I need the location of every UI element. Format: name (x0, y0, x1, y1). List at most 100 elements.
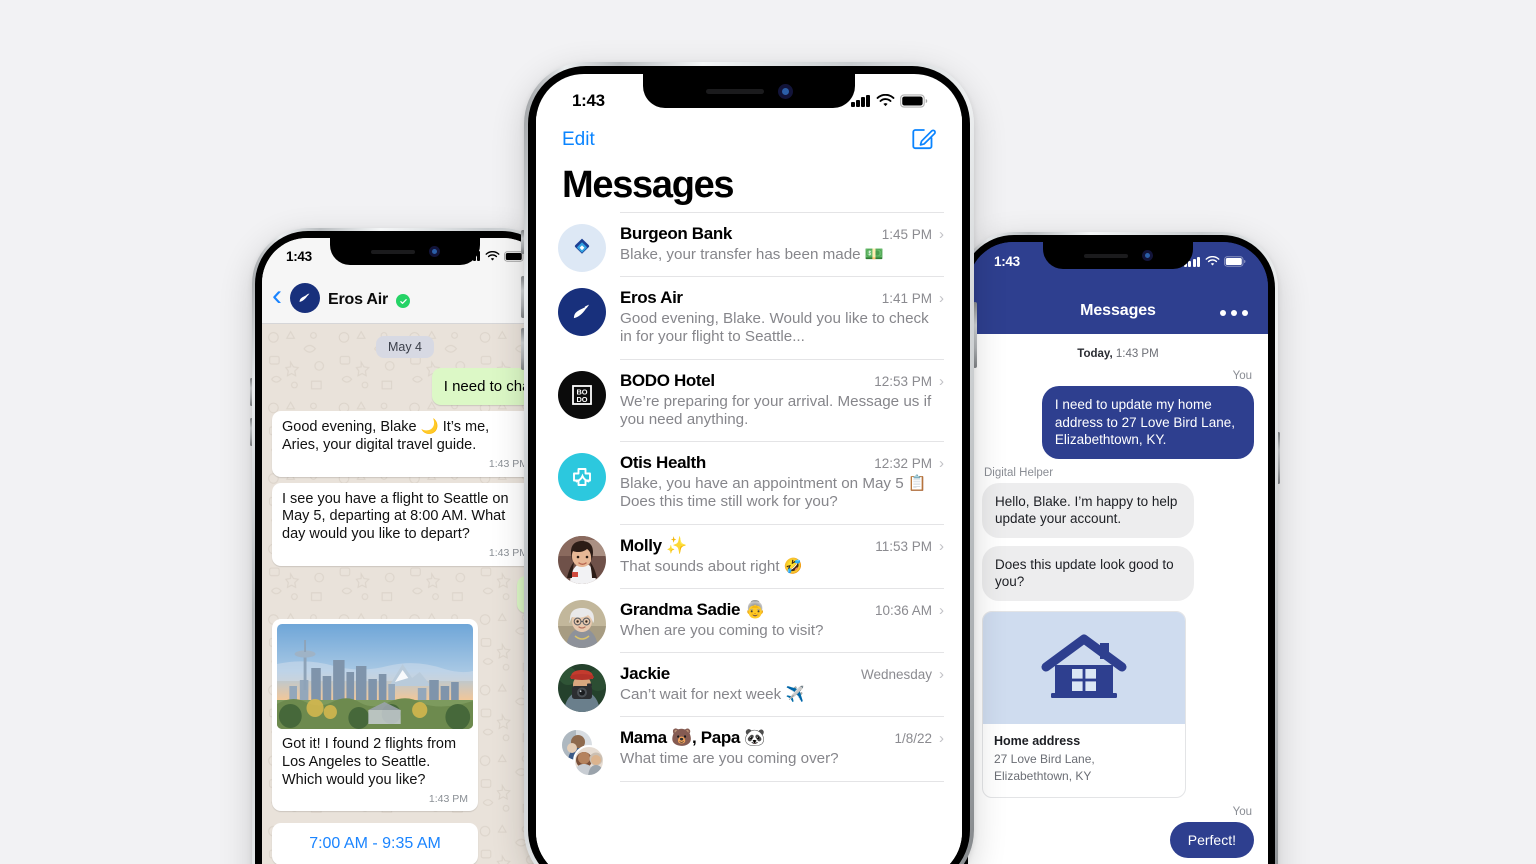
conversation-list[interactable]: Burgeon Bank 1:45 PM › Blake, your trans… (536, 212, 962, 864)
message-bubble[interactable]: Perfect! (1169, 821, 1254, 858)
sender-label-you: You (1232, 370, 1252, 382)
list-item-body: Molly ✨ 11:53 PM › That sounds about rig… (620, 523, 944, 588)
card-body: Home address 27 Love Bird Lane, Elizabet… (983, 724, 1185, 797)
home-address-card[interactable]: Home address 27 Love Bird Lane, Elizabet… (982, 610, 1186, 798)
eros-air-logo-icon[interactable] (290, 283, 320, 313)
chat-body[interactable]: May 4 I need to change my f Good evening… (262, 324, 548, 864)
wifi-icon (1205, 256, 1220, 266)
conversation-name: Eros Air (620, 288, 683, 308)
photo-molly (558, 535, 606, 584)
list-item-header: Mama 🐻, Papa 🐼 1/8/22 › (620, 728, 944, 748)
list-item[interactable]: Mama 🐻, Papa 🐼 1/8/22 › What time are yo… (536, 716, 962, 780)
photo-jackie (558, 664, 606, 713)
conversation-preview: Good evening, Blake. Would you like to c… (620, 310, 929, 346)
list-item-body: Mama 🐻, Papa 🐼 1/8/22 › What time are yo… (620, 716, 944, 780)
conversation-name: Jackie (620, 664, 670, 684)
message-row-incoming: Good evening, Blake 🌙 It’s me, Aries, yo… (272, 411, 538, 477)
chat-contact-name: Eros Air (328, 291, 389, 308)
verified-badge-icon (396, 294, 411, 308)
list-item-body: BODO Hotel 12:53 PM › We’re preparing fo… (620, 358, 944, 441)
front-camera (428, 246, 440, 257)
list-item-body: Burgeon Bank 1:45 PM › Blake, your trans… (620, 212, 944, 276)
chevron-right-icon: › (939, 226, 944, 243)
more-options-icon[interactable] (1220, 310, 1248, 316)
sender-label-you: You (1232, 805, 1252, 818)
earpiece-speaker (370, 249, 415, 254)
list-item-divider (536, 780, 962, 782)
chat-scroll[interactable]: May 4 I need to change my f Good evening… (262, 324, 548, 864)
card-image (983, 611, 1185, 724)
message-bubble[interactable]: Hello, Blake. I’m happy to help update y… (982, 482, 1195, 538)
avatar (558, 599, 606, 648)
center-phone-ios-messages: 1:43 Edit Messages Burgeon Bank 1:45 PM … (521, 62, 977, 864)
date-pill: May 4 (375, 336, 435, 358)
chevron-right-icon: › (939, 666, 944, 684)
notch (1043, 242, 1193, 269)
message-card[interactable]: Got it! I found 2 flights from Los Angel… (272, 618, 478, 811)
front-camera (1141, 250, 1153, 261)
message-text: Good evening, Blake 🌙 It’s me, Aries, yo… (282, 419, 490, 453)
chevron-right-icon: › (939, 455, 944, 473)
list-item[interactable]: Jackie Wednesday › Can’t wait for next w… (536, 652, 962, 716)
message-row-incoming: I see you have a flight to Seattle on Ma… (272, 482, 538, 566)
list-item[interactable]: Eros Air 1:41 PM › Good evening, Blake. … (536, 276, 962, 358)
conversation-time: 11:53 PM (875, 538, 932, 554)
message-row-outgoing: May 10 (272, 575, 548, 613)
left-phone-whatsapp: 1:43 ‹ Eros Air May 4 I need to Good eve… (250, 228, 558, 864)
chat-body[interactable]: Today, 1:43 PM You I need to update my h… (968, 334, 1268, 864)
conversation-preview: What time are you coming over? (620, 750, 839, 768)
status-time: 1:43 (994, 254, 1020, 269)
navigation-bar: Edit (536, 116, 962, 164)
otis-health-logo-icon (558, 453, 606, 502)
card-subtitle: 27 Love Bird Lane, Elizabethtown, KY (994, 751, 1095, 783)
phone-screen: 1:43 ‹ Eros Air May 4 I need to Good eve… (262, 238, 548, 864)
conversation-preview: Can’t wait for next week ✈️ (620, 686, 805, 704)
message-time: 1:43 PM (488, 547, 528, 560)
svg-text:DO: DO (576, 395, 587, 404)
list-item-body: Eros Air 1:41 PM › Good evening, Blake. … (620, 276, 944, 358)
card-text: Got it! I found 2 flights from Los Angel… (282, 735, 457, 788)
phone-screen: 1:43 Messages Today, 1:43 PM You I need … (968, 242, 1268, 864)
right-phone-digital-helper: 1:43 Messages Today, 1:43 PM You I need … (958, 232, 1280, 864)
conversation-name: Otis Health (620, 453, 706, 473)
message-bubble[interactable]: I see you have a flight to Seattle on Ma… (272, 482, 538, 566)
wifi-icon (876, 94, 895, 107)
list-item-header: Otis Health 12:32 PM › (620, 453, 944, 473)
message-text: I see you have a flight to Seattle on Ma… (282, 490, 509, 543)
list-item[interactable]: Burgeon Bank 1:45 PM › Blake, your trans… (536, 212, 962, 276)
list-item-header: Jackie Wednesday › (620, 664, 944, 684)
back-button[interactable]: ‹ (272, 281, 282, 311)
phone-screen: 1:43 Edit Messages Burgeon Bank 1:45 PM … (536, 74, 962, 864)
photo-mama-papa (562, 730, 605, 777)
conversation-time: 1:41 PM (881, 291, 932, 307)
chevron-right-icon: › (939, 372, 944, 390)
list-item-body: Jackie Wednesday › Can’t wait for next w… (620, 652, 944, 716)
message-bubble[interactable]: Good evening, Blake 🌙 It’s me, Aries, yo… (272, 411, 538, 477)
day-stamp-label: Today, (1077, 348, 1113, 360)
chevron-right-icon: › (939, 290, 944, 308)
list-item-header: Molly ✨ 11:53 PM › (620, 536, 944, 556)
list-item[interactable]: Molly ✨ 11:53 PM › That sounds about rig… (536, 523, 962, 588)
message-row-outgoing: I need to change my f (272, 368, 548, 405)
divider-line (620, 780, 944, 782)
message-bubble[interactable]: I need to update my home address to 27 L… (1041, 386, 1254, 459)
status-time: 1:43 (286, 248, 312, 264)
conversation-preview: We’re preparing for your arrival. Messag… (620, 392, 932, 428)
compose-icon[interactable] (910, 125, 936, 156)
bodo-hotel-logo-icon: BO DO (558, 370, 606, 419)
conversation-preview: Blake, you have an appointment on May 5 … (620, 475, 927, 511)
message-row-option: 7:00 AM - 9:35 AM (272, 817, 538, 864)
list-item[interactable]: BO DO BODO Hotel 12:53 PM › We’re prepar… (536, 358, 962, 441)
conversation-time: 12:53 PM (874, 373, 932, 389)
list-item[interactable]: Grandma Sadie 👵 10:36 AM › When are you … (536, 587, 962, 652)
notch (643, 74, 855, 108)
conversation-time: 10:36 AM (874, 602, 932, 618)
house-icon (1041, 634, 1127, 698)
eros-air-logo-icon (558, 288, 606, 337)
list-item[interactable]: Otis Health 12:32 PM › Blake, you have a… (536, 441, 962, 523)
day-stamp-time: 1:43 PM (1115, 348, 1159, 360)
message-row-card: Home address 27 Love Bird Lane, Elizabet… (982, 609, 1254, 798)
edit-button[interactable]: Edit (562, 129, 595, 151)
flight-option-button[interactable]: 7:00 AM - 9:35 AM (272, 822, 478, 864)
message-bubble[interactable]: Does this update look good to you? (982, 545, 1195, 601)
